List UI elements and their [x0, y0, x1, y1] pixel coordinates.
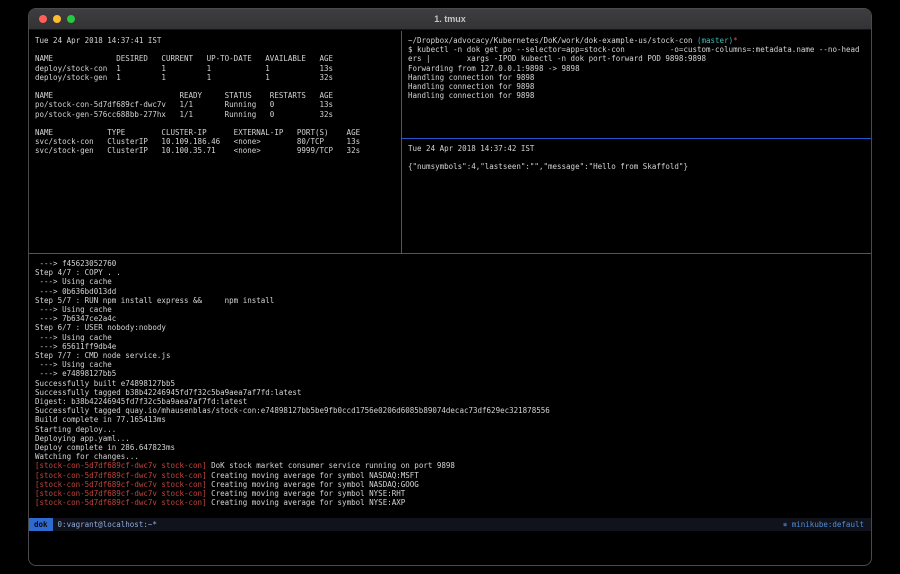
git-dirty-flag: * — [733, 36, 738, 45]
minimize-button[interactable] — [53, 15, 61, 23]
pod-log-prefix: [stock-con-5d7df689cf-dwc7v stock-con] — [35, 498, 207, 507]
pane-curl-output[interactable]: Tue 24 Apr 2018 14:37:42 IST {"numsymbol… — [402, 139, 871, 253]
zoom-button[interactable] — [67, 15, 75, 23]
tmux-session-name: dok — [29, 518, 53, 531]
status-right: ⎈ minikube:default — [783, 520, 871, 529]
pod-log-line: [stock-con-5d7df689cf-dwc7v stock-con] C… — [35, 498, 865, 507]
terminal-window: 1. tmux Tue 24 Apr 2018 14:37:41 IST NAM… — [28, 8, 872, 566]
prompt-path: ~/Dropbox/advocacy/Kubernetes/DoK/work/d… — [408, 36, 697, 45]
kube-context-label: minikube:default — [792, 520, 864, 529]
pod-log-message: Creating moving average for symbol NASDA… — [207, 471, 419, 480]
tmux-window-tab[interactable]: 0:vagrant@localhost:~* — [58, 520, 157, 529]
pod-log-message: Creating moving average for symbol NYSE:… — [207, 489, 406, 498]
pod-log-line: [stock-con-5d7df689cf-dwc7v stock-con] D… — [35, 461, 865, 470]
pod-log-prefix: [stock-con-5d7df689cf-dwc7v stock-con] — [35, 471, 207, 480]
pod-log-message: DoK stock market consumer service runnin… — [207, 461, 455, 470]
close-button[interactable] — [39, 15, 47, 23]
pod-log-prefix: [stock-con-5d7df689cf-dwc7v stock-con] — [35, 461, 207, 470]
service-response-output: Tue 24 Apr 2018 14:37:42 IST {"numsymbol… — [408, 144, 865, 172]
pane-kubectl-watch[interactable]: Tue 24 Apr 2018 14:37:41 IST NAME DESIRE… — [29, 31, 401, 253]
window-title: 1. tmux — [29, 14, 871, 24]
traffic-lights — [39, 15, 75, 23]
pod-log-prefix: [stock-con-5d7df689cf-dwc7v stock-con] — [35, 489, 207, 498]
port-forward-output: $ kubectl -n dok get po --selector=app=s… — [408, 45, 865, 100]
git-branch-label: (master) — [697, 36, 733, 45]
pod-log-line: [stock-con-5d7df689cf-dwc7v stock-con] C… — [35, 480, 865, 489]
window-titlebar[interactable]: 1. tmux — [29, 9, 871, 30]
pane-skaffold-dev[interactable]: ---> f45623052760 Step 4/7 : COPY . . --… — [29, 254, 871, 518]
shell-prompt: ~/Dropbox/advocacy/Kubernetes/DoK/work/d… — [408, 36, 865, 45]
kube-context-icon: ⎈ — [783, 520, 792, 529]
tmux-terminal: Tue 24 Apr 2018 14:37:41 IST NAME DESIRE… — [29, 31, 871, 565]
skaffold-build-log: ---> f45623052760 Step 4/7 : COPY . . --… — [35, 259, 865, 461]
pod-log-message: Creating moving average for symbol NYSE:… — [207, 498, 406, 507]
kubectl-resources-output: Tue 24 Apr 2018 14:37:41 IST NAME DESIRE… — [35, 36, 395, 156]
pane-port-forward[interactable]: ~/Dropbox/advocacy/Kubernetes/DoK/work/d… — [402, 31, 871, 138]
pod-log-line: [stock-con-5d7df689cf-dwc7v stock-con] C… — [35, 489, 865, 498]
tmux-status-bar: dok 0:vagrant@localhost:~* ⎈ minikube:de… — [29, 518, 871, 531]
pod-log-line: [stock-con-5d7df689cf-dwc7v stock-con] C… — [35, 471, 865, 480]
pod-log-message: Creating moving average for symbol NASDA… — [207, 480, 419, 489]
pod-log-prefix: [stock-con-5d7df689cf-dwc7v stock-con] — [35, 480, 207, 489]
